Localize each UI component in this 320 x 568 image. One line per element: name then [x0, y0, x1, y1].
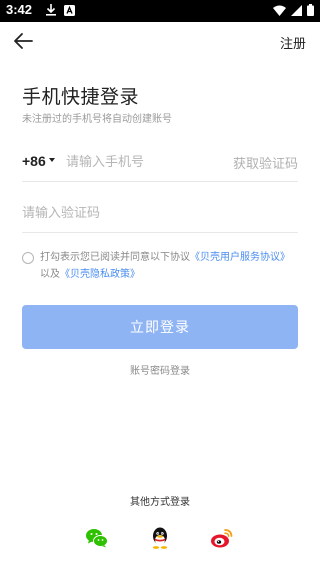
- other-login-title: 其他方式登录: [130, 497, 190, 508]
- get-code-button[interactable]: 获取验证码: [233, 153, 298, 172]
- status-system-icons: [273, 4, 314, 16]
- signal-icon: [291, 4, 302, 16]
- wechat-icon: [86, 529, 108, 548]
- app-notification-icon: [64, 4, 75, 16]
- password-login-link[interactable]: 账号密码登录: [130, 366, 190, 377]
- weibo-icon: [211, 529, 233, 548]
- phone-row: +86 获取验证码: [22, 146, 298, 182]
- phone-input[interactable]: [66, 150, 216, 174]
- qq-icon: [152, 527, 168, 549]
- battery-icon: [307, 4, 314, 16]
- wechat-login-button[interactable]: [85, 526, 109, 550]
- country-code-selector[interactable]: +86: [22, 153, 55, 169]
- login-button[interactable]: 立即登录: [22, 305, 298, 349]
- back-arrow-icon: [14, 33, 33, 49]
- back-button[interactable]: [12, 32, 34, 50]
- weibo-login-button[interactable]: [210, 526, 234, 550]
- code-row: [22, 197, 298, 233]
- status-time: 3:42: [6, 2, 33, 17]
- caret-down-icon: [48, 158, 55, 163]
- verification-code-input[interactable]: [22, 201, 282, 225]
- country-code-label: +86: [22, 153, 46, 169]
- status-notifications: [46, 4, 75, 16]
- password-login-row: 账号密码登录: [0, 362, 320, 377]
- register-link[interactable]: 注册: [280, 33, 306, 52]
- page-subtitle: 未注册过的手机号将自动创建账号: [22, 114, 172, 125]
- page-title: 手机快捷登录: [22, 86, 140, 108]
- agreement-prefix: 打勾表示您已阅读并同意以下协议: [40, 252, 190, 263]
- qq-login-button[interactable]: [148, 526, 172, 550]
- wifi-icon: [273, 5, 286, 16]
- service-agreement-link[interactable]: 《贝壳用户服务协议》: [190, 252, 290, 263]
- agreement-checkbox[interactable]: [22, 252, 34, 264]
- agreement-text: 打勾表示您已阅读并同意以下协议《贝壳用户服务协议》以及《贝壳隐私政策》: [40, 249, 298, 283]
- privacy-policy-link[interactable]: 《贝壳隐私政策》: [60, 269, 140, 280]
- download-icon: [46, 4, 56, 16]
- status-bar: 3:42: [0, 0, 320, 22]
- agreement-middle: 以及: [40, 269, 60, 280]
